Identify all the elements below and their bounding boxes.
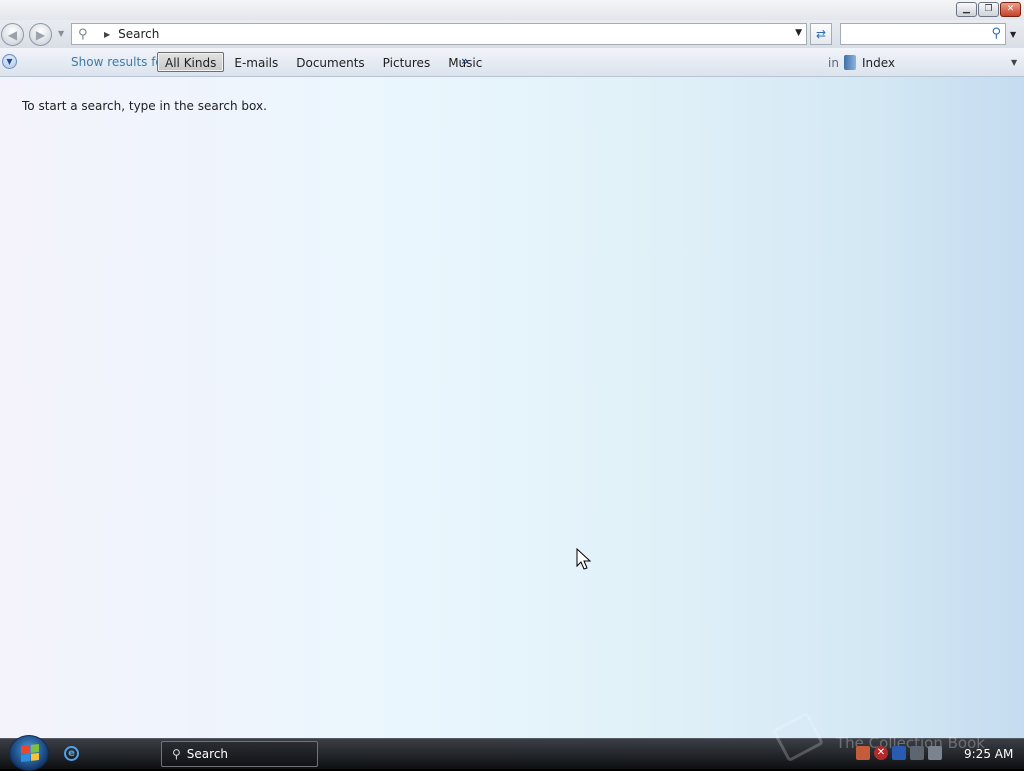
refresh-icon: ⇄ <box>815 27 827 41</box>
title-bar[interactable]: ▁ ❐ ✕ <box>0 0 1024 20</box>
breadcrumb-chevron-icon[interactable]: ▶ <box>104 30 110 39</box>
mouse-pointer-icon <box>576 548 592 570</box>
back-button[interactable]: ◀ <box>1 23 24 46</box>
search-options-dropdown[interactable]: ▼ <box>1010 30 1016 39</box>
index-book-icon <box>844 55 856 70</box>
taskbar-clock[interactable]: 9:25 AM <box>964 747 1013 761</box>
scope-in-label: in <box>828 56 839 70</box>
empty-search-hint: To start a search, type in the search bo… <box>22 99 267 113</box>
show-results-label: Show results for <box>71 55 168 69</box>
recent-pages-dropdown[interactable]: ▼ <box>58 29 64 38</box>
navigation-bar: ◀ ▶ ▼ ⚲ ▶ Search ▼ ⇄ ⚲ ▼ <box>0 20 1024 48</box>
taskbar: e ⚲ Search The Collection Book ✕ 9:25 AM <box>0 711 1024 771</box>
filter-pictures-button[interactable]: Pictures <box>375 52 439 72</box>
kind-filter-list: All Kinds E-mails Documents Pictures Mus… <box>157 52 492 72</box>
tray-app-icon[interactable] <box>856 746 870 760</box>
search-window: ▁ ❐ ✕ ◀ ▶ ▼ ⚲ ▶ Search ▼ ⇄ ⚲ ▼ ▼ Show re… <box>0 0 1024 738</box>
magnifier-icon: ⚲ <box>78 26 88 42</box>
forward-button[interactable]: ▶ <box>29 23 52 46</box>
scope-selector[interactable]: Index <box>862 56 895 70</box>
results-pane[interactable]: To start a search, type in the search bo… <box>0 77 1024 738</box>
more-filters-button[interactable]: » <box>461 54 469 68</box>
tray-volume-icon[interactable] <box>928 746 942 760</box>
system-tray: ✕ <box>856 746 942 760</box>
windows-logo-icon <box>21 744 39 762</box>
address-bar[interactable]: ⚲ ▶ Search ▼ <box>71 23 807 45</box>
restore-button[interactable]: ❐ <box>978 2 999 17</box>
filter-all-kinds-button[interactable]: All Kinds <box>157 52 225 72</box>
magnifier-icon: ⚲ <box>172 747 181 761</box>
window-controls: ▁ ❐ ✕ <box>956 2 1021 17</box>
tray-display-icon[interactable] <box>892 746 906 760</box>
filter-documents-button[interactable]: Documents <box>288 52 372 72</box>
scope-dropdown-icon[interactable]: ▼ <box>1011 58 1017 67</box>
start-button[interactable] <box>9 735 49 771</box>
back-arrow-icon: ◀ <box>7 27 18 42</box>
tray-security-alert-icon[interactable]: ✕ <box>874 746 888 760</box>
close-button[interactable]: ✕ <box>1000 2 1021 17</box>
search-pane-toggle-button[interactable]: ▼ <box>2 54 17 69</box>
filter-emails-button[interactable]: E-mails <box>226 52 286 72</box>
taskbar-search-button[interactable]: ⚲ Search <box>161 741 318 767</box>
refresh-button[interactable]: ⇄ <box>810 23 832 45</box>
tray-network-icon[interactable] <box>910 746 924 760</box>
address-dropdown-icon[interactable]: ▼ <box>795 28 802 38</box>
chevron-down-icon: ▼ <box>6 57 13 66</box>
minimize-button[interactable]: ▁ <box>956 2 977 17</box>
forward-arrow-icon: ▶ <box>35 27 46 42</box>
search-box[interactable]: ⚲ <box>840 23 1006 45</box>
search-filter-bar: ▼ Show results for All Kinds E-mails Doc… <box>0 48 1024 77</box>
search-button-icon[interactable]: ⚲ <box>991 26 1001 41</box>
taskbar-search-label: Search <box>186 747 229 761</box>
search-input[interactable] <box>844 25 988 45</box>
address-location[interactable]: Search <box>118 27 159 41</box>
internet-explorer-icon[interactable]: e <box>64 746 79 761</box>
